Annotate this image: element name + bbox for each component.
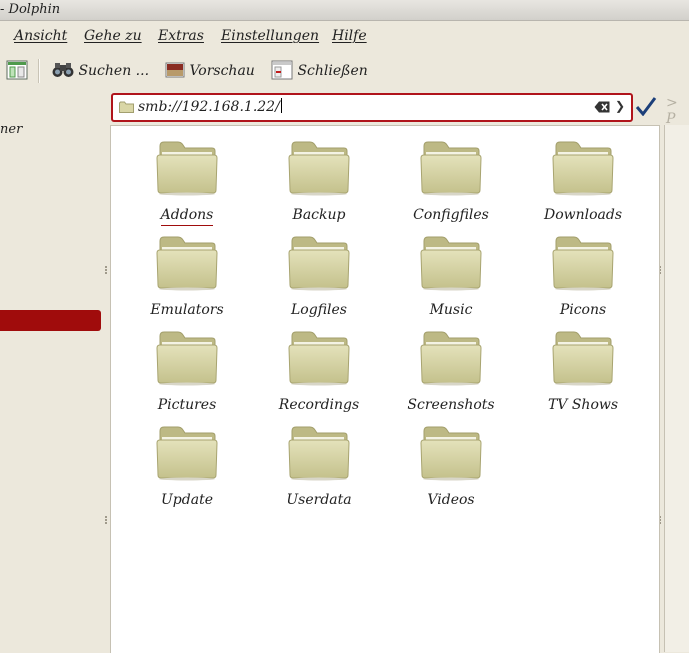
location-input[interactable]: smb://192.168.1.22/ ❯ (111, 93, 633, 122)
folder-item[interactable]: Logfiles (259, 235, 379, 320)
folder-name: Configfiles (413, 207, 489, 223)
window-title: - Dolphin (0, 2, 61, 17)
checkmark-icon[interactable] (635, 96, 657, 116)
folder-icon (288, 236, 350, 291)
folder-icon (552, 331, 614, 386)
folder-item[interactable]: Emulators (127, 235, 247, 320)
close-panel-icon (271, 60, 293, 80)
clear-text-icon[interactable] (594, 101, 610, 113)
folder-item[interactable]: Recordings (259, 330, 379, 415)
search-button[interactable]: Suchen ... (52, 60, 149, 82)
file-view[interactable]: Addons Backup Configfiles Downloads Emulator… (110, 125, 660, 653)
folder-name: Picons (559, 302, 607, 318)
folder-item[interactable]: Update (127, 425, 247, 510)
close-button[interactable]: Schließen (271, 60, 368, 82)
folder-icon (420, 426, 482, 481)
folder-name: Update (161, 492, 213, 508)
folder-name: Addons (160, 207, 214, 226)
folder-icon (420, 141, 482, 196)
places-selected-item[interactable] (0, 310, 101, 331)
menu-bar: Ansicht Gehe zu Extras Einstellungen Hil… (0, 21, 689, 53)
preview-button[interactable]: Vorschau (165, 60, 255, 82)
breadcrumb-hint[interactable]: > P (666, 95, 689, 127)
folder-name: Logfiles (291, 302, 347, 318)
folder-icon (288, 141, 350, 196)
folder-icon (156, 141, 218, 196)
folder-name: Recordings (278, 397, 360, 413)
menu-einstellungen[interactable]: Einstellungen (221, 28, 319, 44)
folder-icon (156, 236, 218, 291)
menu-hilfe[interactable]: Hilfe (332, 28, 367, 44)
close-button-label: Schließen (297, 63, 368, 79)
secondary-view[interactable] (664, 125, 689, 652)
folder-item[interactable]: Pictures (127, 330, 247, 415)
toolbar: Suchen ... Vorschau Schließen (0, 54, 689, 88)
menu-gehe-zu[interactable]: Gehe zu (84, 28, 142, 44)
image-preview-icon (165, 62, 185, 78)
folder-icon (156, 426, 218, 481)
splitter-handle[interactable] (105, 266, 109, 274)
title-bar: - Dolphin (0, 0, 689, 21)
folder-name: Emulators (150, 302, 224, 318)
folder-name: Screenshots (407, 397, 495, 413)
folder-name: Pictures (157, 397, 217, 413)
split-view-button[interactable] (6, 60, 28, 82)
folder-icon (552, 236, 614, 291)
folder-item[interactable]: Downloads (523, 140, 643, 225)
location-text[interactable]: smb://192.168.1.22/ (138, 98, 282, 115)
places-item-label[interactable]: ner (0, 122, 22, 137)
menu-ansicht[interactable]: Ansicht (14, 28, 67, 44)
folder-icon (420, 331, 482, 386)
search-button-label: Suchen ... (78, 63, 150, 79)
folder-name: Videos (427, 492, 475, 508)
folder-item[interactable]: Picons (523, 235, 643, 320)
splitter-handle[interactable] (105, 516, 109, 524)
folder-icon (420, 236, 482, 291)
chevron-down-icon[interactable]: ❯ (615, 99, 625, 113)
folder-item[interactable]: Configfiles (391, 140, 511, 225)
folder-icon (552, 141, 614, 196)
folder-icon (288, 331, 350, 386)
places-panel: ner (0, 90, 104, 652)
folder-item[interactable]: Addons (127, 140, 247, 226)
folder-name: TV Shows (547, 397, 619, 413)
folder-name: Backup (292, 207, 346, 223)
folder-item[interactable]: Userdata (259, 425, 379, 510)
folder-icon (156, 331, 218, 386)
folder-icon (119, 101, 134, 113)
folder-item[interactable]: Screenshots (391, 330, 511, 415)
folder-item[interactable]: Music (391, 235, 511, 320)
folder-item[interactable]: Videos (391, 425, 511, 510)
binoculars-icon (52, 63, 74, 77)
folder-name: Userdata (286, 492, 352, 508)
folder-name: Downloads (543, 207, 623, 223)
folder-item[interactable]: Backup (259, 140, 379, 225)
split-view-icon (6, 60, 28, 80)
text-caret (280, 98, 282, 113)
toolbar-separator (38, 59, 40, 83)
folder-name: Music (429, 302, 473, 318)
preview-button-label: Vorschau (189, 63, 255, 79)
menu-extras[interactable]: Extras (158, 28, 204, 44)
folder-item[interactable]: TV Shows (523, 330, 643, 415)
folder-icon (288, 426, 350, 481)
